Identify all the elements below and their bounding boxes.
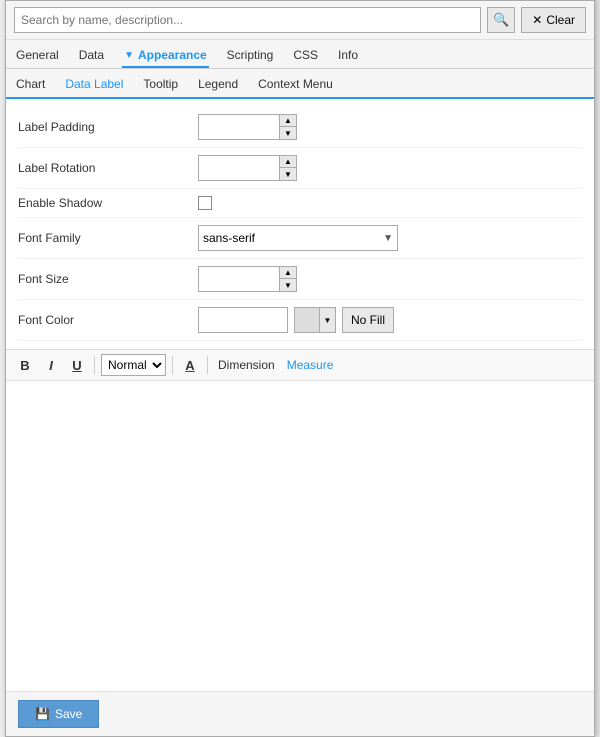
save-button[interactable]: 💾 Save	[18, 700, 99, 728]
label-padding-row: Label Padding 2 ▲ ▼	[18, 107, 582, 148]
label-rotation-down[interactable]: ▼	[280, 168, 296, 180]
label-rotation-input[interactable]: 0	[199, 156, 279, 180]
additional-properties-window: Additional Properties ✕ ─ 🔍 ✕ Clear Gene…	[5, 0, 595, 737]
no-fill-label: No Fill	[351, 313, 385, 327]
tab-info[interactable]: Info	[336, 44, 360, 68]
sub-nav: Chart Data Label Tooltip Legend Context …	[6, 69, 594, 99]
subtab-tooltip[interactable]: Tooltip	[141, 73, 180, 99]
label-padding-spinbtns: ▲ ▼	[279, 115, 296, 139]
style-select[interactable]: Normal	[101, 354, 166, 376]
enable-shadow-checkbox[interactable]	[198, 196, 212, 210]
font-color-control: #dddddd ▼ No Fill	[198, 307, 582, 333]
label-padding-input[interactable]: 2	[199, 115, 279, 139]
save-label: Save	[55, 707, 82, 721]
label-rotation-label: Label Rotation	[18, 161, 198, 175]
font-size-down[interactable]: ▼	[280, 279, 296, 291]
chevron-down-icon: ▼	[383, 233, 393, 244]
font-color-label: Font Color	[18, 313, 198, 327]
tab-data[interactable]: Data	[77, 44, 106, 68]
save-icon: 💾	[35, 707, 50, 721]
color-row: #dddddd ▼ No Fill	[198, 307, 394, 333]
label-padding-label: Label Padding	[18, 120, 198, 134]
font-color-button[interactable]: A	[179, 354, 201, 376]
color-dropdown-icon[interactable]: ▼	[319, 308, 335, 332]
color-swatch-button[interactable]: ▼	[294, 307, 336, 333]
no-fill-button[interactable]: No Fill	[342, 307, 394, 333]
search-button[interactable]: 🔍	[487, 7, 515, 33]
font-size-label: Font Size	[18, 272, 198, 286]
underline-button[interactable]: U	[66, 354, 88, 376]
main-nav: General Data ▼ Appearance Scripting CSS …	[6, 40, 594, 69]
enable-shadow-label: Enable Shadow	[18, 196, 198, 210]
font-size-spinbtns: ▲ ▼	[279, 267, 296, 291]
label-rotation-control: 0 ▲ ▼	[198, 155, 582, 181]
font-size-input[interactable]: 14	[199, 267, 279, 291]
separator-3	[207, 356, 208, 374]
editor-toolbar: B I U Normal A Dimension Measure	[6, 349, 594, 381]
label-rotation-spinbtns: ▲ ▼	[279, 156, 296, 180]
font-family-label: Font Family	[18, 231, 198, 245]
color-swatch	[295, 308, 319, 332]
clear-label: Clear	[546, 13, 575, 27]
clear-button[interactable]: ✕ Clear	[521, 7, 586, 33]
font-size-control: 14 ▲ ▼	[198, 266, 582, 292]
subtab-chart[interactable]: Chart	[14, 73, 47, 99]
label-padding-up[interactable]: ▲	[280, 115, 296, 127]
save-bar: 💾 Save	[6, 691, 594, 736]
separator-1	[94, 356, 95, 374]
tab-css[interactable]: CSS	[291, 44, 320, 68]
form-section: Label Padding 2 ▲ ▼ Label Rotation	[6, 99, 594, 349]
color-hex-input[interactable]: #dddddd	[198, 307, 288, 333]
font-size-spinner: 14 ▲ ▼	[198, 266, 297, 292]
form-content: Label Padding 2 ▲ ▼ Label Rotation	[6, 99, 594, 691]
measure-button[interactable]: Measure	[283, 358, 338, 372]
clear-icon: ✕	[532, 13, 542, 27]
font-size-row: Font Size 14 ▲ ▼	[18, 259, 582, 300]
tab-appearance[interactable]: ▼ Appearance	[122, 44, 209, 68]
label-padding-control: 2 ▲ ▼	[198, 114, 582, 140]
tab-scripting[interactable]: Scripting	[225, 44, 276, 68]
font-family-control: sans-serif ▼	[198, 225, 582, 251]
editor-area[interactable]	[6, 381, 594, 691]
dimension-button[interactable]: Dimension	[214, 358, 279, 372]
subtab-context-menu[interactable]: Context Menu	[256, 73, 335, 99]
label-rotation-row: Label Rotation 0 ▲ ▼	[18, 148, 582, 189]
label-rotation-up[interactable]: ▲	[280, 156, 296, 168]
font-family-select[interactable]: sans-serif ▼	[198, 225, 398, 251]
separator-2	[172, 356, 173, 374]
search-toolbar: 🔍 ✕ Clear	[6, 1, 594, 40]
enable-shadow-row: Enable Shadow	[18, 189, 582, 218]
font-family-row: Font Family sans-serif ▼	[18, 218, 582, 259]
font-color-icon: A	[185, 358, 194, 373]
subtab-legend[interactable]: Legend	[196, 73, 240, 99]
font-size-up[interactable]: ▲	[280, 267, 296, 279]
search-input[interactable]	[14, 7, 481, 33]
subtab-data-label[interactable]: Data Label	[63, 73, 125, 99]
label-rotation-spinner: 0 ▲ ▼	[198, 155, 297, 181]
font-color-row: Font Color #dddddd ▼ No Fill	[18, 300, 582, 341]
tab-general[interactable]: General	[14, 44, 61, 68]
label-padding-down[interactable]: ▼	[280, 127, 296, 139]
enable-shadow-control	[198, 196, 582, 210]
bold-button[interactable]: B	[14, 354, 36, 376]
label-padding-spinner: 2 ▲ ▼	[198, 114, 297, 140]
italic-button[interactable]: I	[40, 354, 62, 376]
